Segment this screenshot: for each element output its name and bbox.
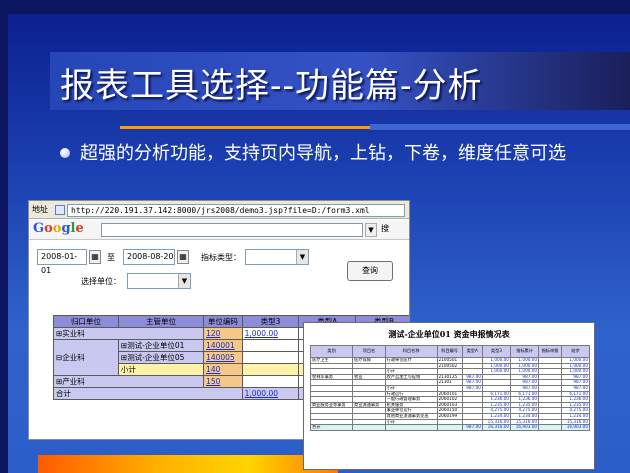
address-label: 地址: [32, 205, 48, 214]
col-header: 归口单位: [53, 315, 119, 328]
indicator-type-select[interactable]: ▼: [245, 249, 309, 265]
report-col-header: 类别: [309, 345, 354, 358]
report-col-header: 类型3: [481, 345, 511, 358]
code-cell[interactable]: 140001: [203, 339, 243, 352]
chevron-down-icon[interactable]: ▼: [365, 223, 377, 237]
date-from-input[interactable]: 2008-01-01: [37, 249, 87, 275]
report-cell: 合计: [309, 424, 354, 431]
query-button[interactable]: 查询: [347, 261, 393, 281]
google-search-input[interactable]: [101, 223, 363, 237]
google-toolbar: Google ▼ 搜: [29, 220, 409, 240]
address-bar: 地址 http://220.191.37.142:8000/jrs2008/de…: [29, 201, 409, 219]
unit-label: 选择单位：: [81, 277, 121, 286]
report-cell[interactable]: [538, 424, 562, 431]
calendar-icon[interactable]: ▦: [89, 250, 101, 264]
chevron-down-icon: ▼: [178, 274, 190, 288]
report-cell[interactable]: 16,903.00: [509, 424, 540, 431]
report-col-header: 指标累计: [509, 345, 540, 358]
bullet-icon: [60, 148, 70, 158]
total-label: 合计: [53, 387, 243, 400]
date-to-input[interactable]: 2008-08-20: [123, 249, 175, 265]
col-header: 类型3: [241, 315, 300, 328]
expand-cell[interactable]: ⊞测试-企业单位05: [117, 351, 205, 364]
google-logo: Google: [33, 221, 84, 236]
expand-cell[interactable]: ⊞实业科: [52, 327, 205, 340]
report-cell: [352, 424, 386, 431]
report-col-header: 指标申报: [538, 345, 562, 358]
unit-select[interactable]: ▼: [127, 273, 191, 289]
calendar-icon[interactable]: ▦: [177, 250, 189, 264]
report-col-header: 科目名称: [384, 345, 438, 358]
col-header: 主管单位: [117, 315, 205, 328]
title-underline-orange: [120, 126, 370, 129]
decorative-orange-strip: [38, 455, 338, 473]
chevron-down-icon: ▼: [296, 250, 308, 264]
report-cell: [384, 424, 438, 431]
address-input[interactable]: http://220.191.37.142:8000/jrs2008/demo3…: [67, 204, 405, 217]
report-cell: [436, 424, 463, 431]
amount-cell[interactable]: 1,000.00: [241, 327, 300, 340]
code-cell[interactable]: 120: [203, 327, 243, 340]
subtotal-label: 小计: [117, 363, 205, 376]
report-cell[interactable]: 16,903.00: [560, 424, 591, 431]
slide-title: 报表工具选择--功能篇-分析: [60, 66, 483, 106]
title-underline-blue: [370, 124, 630, 130]
report-table: 类别 项目名 科目名称 科目编号 类型A 类型3 指标累计 指标申报 结余 医疗…: [309, 345, 591, 431]
expand-cell[interactable]: ⊟企业科: [53, 339, 119, 376]
report-col-header: 类型A: [461, 345, 483, 358]
bullet-text: 超强的分析功能，支持页内导航，上钻，下卷，维度任意可选: [80, 143, 566, 164]
report-row: 合计 987.00 16,316.00 16,903.00 16,903.00: [309, 424, 591, 431]
google-search-button[interactable]: 搜: [381, 223, 389, 234]
code-cell[interactable]: 140: [203, 363, 243, 376]
report-title: 测试-企业单位01 资金申报情况表: [388, 329, 510, 339]
report-cell[interactable]: 987.00: [461, 424, 483, 431]
page-icon: [55, 205, 65, 215]
report-col-header: 项目名: [352, 345, 386, 358]
left-stripe: [0, 0, 8, 473]
top-stripe: [0, 0, 630, 14]
expand-cell[interactable]: ⊞产业科: [52, 375, 205, 388]
amount-cell[interactable]: 1,000.00: [241, 387, 300, 400]
report-preview: 测试-企业单位01 资金申报情况表 类别 项目名 科目名称 科目编号 类型A 类…: [303, 322, 595, 470]
indicator-type-label: 指标类型：: [201, 253, 241, 262]
report-header-row: 类别 项目名 科目名称 科目编号 类型A 类型3 指标累计 指标申报 结余: [309, 345, 591, 358]
code-cell[interactable]: 140005: [203, 351, 243, 364]
report-col-header: 结余: [560, 345, 591, 358]
to-label: 至: [107, 253, 115, 262]
report-cell[interactable]: 16,316.00: [481, 424, 511, 431]
col-header: 单位编码: [203, 315, 243, 328]
code-cell[interactable]: 150: [203, 375, 243, 388]
expand-cell[interactable]: ⊞测试-企业单位01: [117, 339, 205, 352]
report-col-header: 科目编号: [436, 345, 463, 358]
